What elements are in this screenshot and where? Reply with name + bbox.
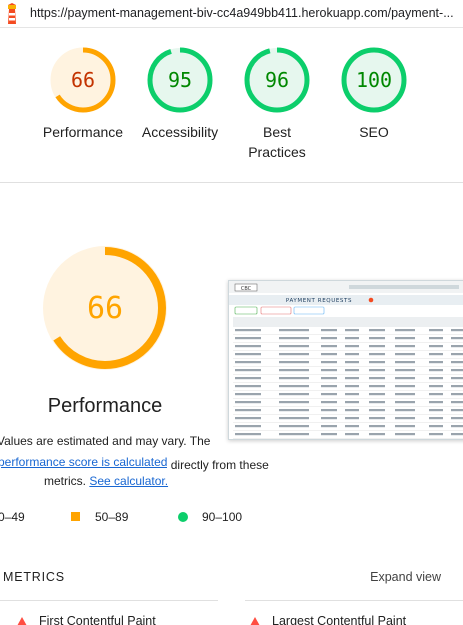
- fail-triangle-icon: [17, 617, 27, 625]
- gauge-seo[interactable]: 100 SEO: [324, 46, 424, 142]
- metrics-title: METRICS: [3, 570, 65, 584]
- score-gauges: 66 Performance 95 Accessibility 96 Best …: [0, 28, 463, 183]
- performance-heading: Performance: [47, 395, 163, 417]
- legend-average-range: 50–89: [95, 510, 129, 524]
- metrics-divider-right: [245, 600, 463, 601]
- estimate-note-line3-text: metrics.: [44, 474, 90, 488]
- metrics-divider-left: [0, 600, 218, 601]
- screenshot-thumbnail-image: CBC PAYMENT REQUESTS: [229, 281, 463, 439]
- estimate-note-line1: Values are estimated and may vary. The: [0, 434, 211, 448]
- url-text[interactable]: https://payment-management-biv-cc4a949bb…: [30, 6, 460, 20]
- estimate-note-line2-text: directly from these: [167, 458, 269, 472]
- url-bar: https://payment-management-biv-cc4a949bb…: [0, 0, 463, 28]
- score-label-accessibility: Accessibility: [141, 124, 219, 140]
- score-label-performance: Performance: [42, 124, 124, 140]
- score-label-seo: SEO: [359, 124, 389, 140]
- svg-text:CBC: CBC: [241, 286, 252, 292]
- expand-view-toggle[interactable]: Expand view: [370, 570, 441, 584]
- legend-fail-range: 0–49: [0, 510, 25, 524]
- gauge-accessibility[interactable]: 95 Accessibility: [130, 46, 230, 142]
- legend-pass-range: 90–100: [202, 510, 243, 524]
- score-label-best-practices: Best Practices: [248, 124, 306, 160]
- score-calculation-link[interactable]: performance score is calculated: [0, 455, 167, 469]
- gauge-ring-seo: 100: [341, 47, 407, 113]
- see-calculator-link[interactable]: See calculator.: [89, 474, 168, 488]
- estimate-note-line3: metrics. See calculator.: [44, 474, 168, 488]
- metric-item: Largest Contentful Paint: [250, 614, 406, 625]
- metrics-header: METRICS Expand view: [0, 562, 463, 590]
- legend-average-marker: [71, 512, 80, 521]
- gauge-best-practices[interactable]: 96 Best Practices: [227, 46, 327, 162]
- metric-label: First Contentful Paint: [39, 614, 156, 625]
- gauge-ring-performance: 66: [50, 47, 116, 113]
- score-value-performance: 66: [71, 68, 95, 92]
- gauge-performance[interactable]: 66 Performance: [33, 46, 133, 142]
- legend-pass-marker: [178, 512, 188, 522]
- metric-item: First Contentful Paint: [17, 614, 156, 625]
- score-value-accessibility: 95: [168, 68, 192, 92]
- estimate-note-line2: performance score is calculated directly…: [0, 455, 269, 472]
- metric-label: Largest Contentful Paint: [272, 614, 407, 625]
- fail-triangle-icon: [250, 617, 260, 625]
- gauge-ring-accessibility: 95: [147, 47, 213, 113]
- gauge-ring-best-practices: 96: [244, 47, 310, 113]
- performance-gauge-large: 66: [43, 246, 167, 370]
- score-value-best-practices: 96: [265, 68, 289, 92]
- svg-text:PAYMENT REQUESTS: PAYMENT REQUESTS: [286, 298, 352, 304]
- final-screenshot[interactable]: CBC PAYMENT REQUESTS: [228, 280, 463, 440]
- lighthouse-icon: [8, 3, 16, 24]
- performance-score-large: 66: [87, 291, 123, 326]
- score-value-seo: 100: [356, 68, 392, 92]
